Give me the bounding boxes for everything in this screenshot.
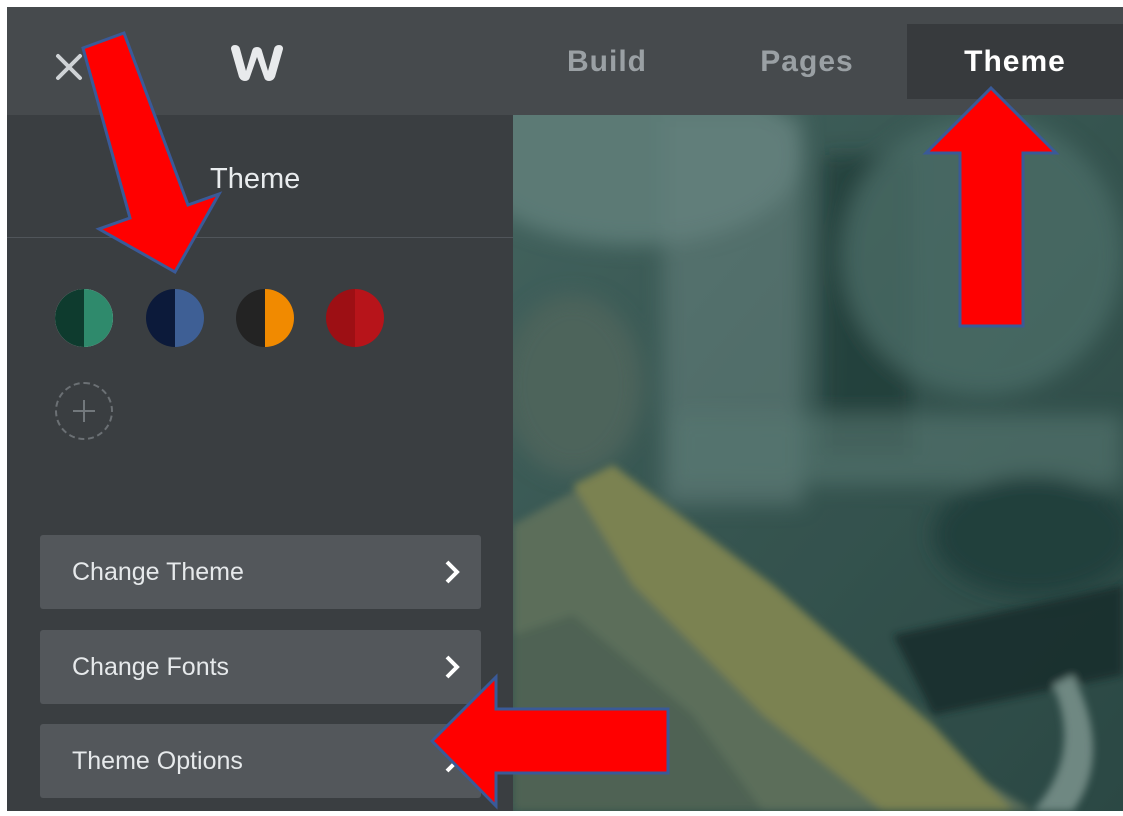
swatch-left-half: [236, 289, 265, 347]
change-fonts-button[interactable]: Change Fonts: [40, 630, 481, 704]
change-theme-label: Change Theme: [72, 557, 244, 586]
swatch-right-half: [265, 289, 294, 347]
color-swatch-orange[interactable]: [236, 289, 294, 347]
add-color-button[interactable]: [55, 382, 113, 440]
theme-options-button[interactable]: Theme Options: [40, 724, 481, 798]
theme-options-label: Theme Options: [72, 746, 243, 775]
swatch-right-half: [175, 289, 204, 347]
swatch-left-half: [146, 289, 175, 347]
tab-build[interactable]: Build: [552, 24, 662, 99]
panel-title: Theme: [210, 163, 301, 195]
swatch-left-half: [326, 289, 355, 347]
panel-header: Theme: [7, 115, 513, 238]
chevron-right-icon: [445, 655, 460, 679]
tab-theme[interactable]: Theme: [907, 24, 1123, 99]
site-preview-image: [513, 115, 1123, 811]
change-theme-button[interactable]: Change Theme: [40, 535, 481, 609]
chevron-right-icon: [445, 560, 460, 584]
theme-sidebar: Theme Change Theme Change Fonts Theme Op…: [7, 115, 513, 811]
color-swatch-green[interactable]: [55, 289, 113, 347]
top-bar: Build Pages Theme: [7, 7, 1123, 115]
swatch-right-half: [84, 289, 113, 347]
swatch-left-half: [55, 289, 84, 347]
close-button[interactable]: [45, 43, 93, 91]
editor-window: Build Pages Theme Theme Change Theme Cha…: [7, 7, 1123, 811]
plus-icon: [73, 400, 95, 422]
screenshot-frame: Build Pages Theme Theme Change Theme Cha…: [0, 0, 1123, 816]
tab-pages[interactable]: Pages: [742, 24, 872, 99]
color-swatch-navy[interactable]: [146, 289, 204, 347]
change-fonts-label: Change Fonts: [72, 652, 230, 681]
chevron-right-icon: [445, 749, 460, 773]
weebly-logo-icon[interactable]: [225, 41, 289, 85]
swatch-right-half: [355, 289, 384, 347]
color-swatch-red[interactable]: [326, 289, 384, 347]
close-icon: [56, 54, 82, 80]
